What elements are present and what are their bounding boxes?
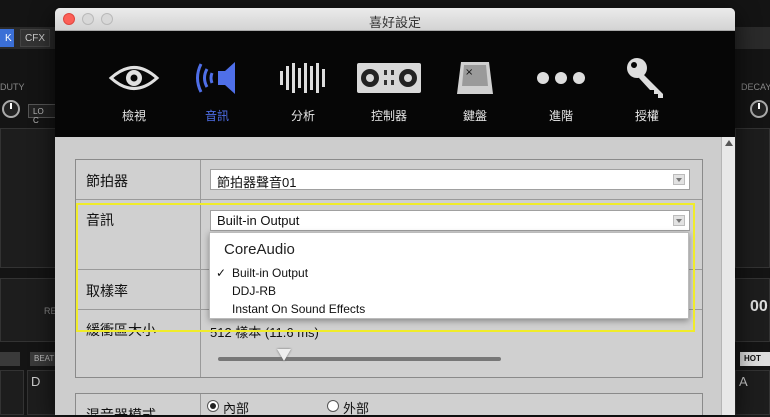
- audio-device-value: Built-in Output: [217, 213, 300, 228]
- sample-rate-label: 取樣率: [86, 283, 128, 299]
- svg-text:×: ×: [465, 67, 473, 78]
- metronome-select[interactable]: 節拍器聲音01: [210, 169, 690, 190]
- mixer-mode-internal-label[interactable]: 內部: [223, 398, 249, 417]
- metronome-label: 節拍器: [86, 173, 128, 189]
- scroll-up-arrow-icon[interactable]: [725, 140, 733, 146]
- background-label-duty: DUTY: [0, 82, 25, 92]
- tab-view-label: 檢視: [121, 109, 146, 123]
- dropdown-section-header: CoreAudio: [224, 241, 295, 258]
- tab-analysis[interactable]: 分析: [268, 53, 338, 124]
- checkmark-icon: ✓: [216, 266, 227, 280]
- background-label-decay: DECAY: [741, 82, 770, 92]
- background-panel-left: [0, 128, 56, 268]
- background-tab-fx[interactable]: K: [0, 29, 14, 47]
- tab-audio[interactable]: 音訊: [182, 53, 252, 124]
- background-deck-label-left: D: [31, 374, 41, 389]
- buffer-size-slider[interactable]: [218, 357, 501, 361]
- background-hot-label: HOT: [740, 352, 770, 366]
- tab-analysis-label: 分析: [290, 109, 315, 123]
- background-lo-button[interactable]: LO C: [28, 104, 56, 125]
- mixer-mode-external-label[interactable]: 外部: [343, 398, 369, 417]
- title-bar[interactable]: 喜好設定: [55, 8, 735, 31]
- tab-controller[interactable]: 控制器: [354, 53, 424, 124]
- eye-icon: [99, 53, 169, 103]
- buffer-size-row: 緩衝區大小: [76, 310, 702, 377]
- buffer-size-slider-thumb[interactable]: [277, 349, 291, 361]
- mixer-mode-label: 混音器模式: [86, 407, 156, 415]
- mixer-mode-external-radio[interactable]: [327, 400, 339, 412]
- speaker-icon: [182, 53, 252, 103]
- tab-license[interactable]: 授權: [612, 53, 682, 124]
- more-dots-icon: [526, 53, 596, 103]
- metronome-row: 節拍器 節拍器聲音01: [76, 160, 702, 200]
- dropdown-item-ddj-rb[interactable]: DDJ-RB: [232, 284, 276, 298]
- preferences-window: 喜好設定 檢視 音訊 分析 控制器 × 鍵盤 進階 授權 節拍器 節拍器聲音01…: [55, 8, 735, 415]
- buffer-size-value: 512 樣本 (11.6 ms): [210, 325, 319, 340]
- tab-view[interactable]: 檢視: [99, 53, 169, 124]
- metronome-value: 節拍器聲音01: [217, 175, 297, 190]
- keyboard-key-icon: ×: [440, 53, 510, 103]
- buffer-size-label: 緩衝區大小: [86, 322, 156, 338]
- tab-license-label: 授權: [634, 109, 659, 123]
- background-beat-label: BEAT: [30, 352, 56, 366]
- preferences-toolbar: 檢視 音訊 分析 控制器 × 鍵盤 進階 授權: [55, 31, 735, 137]
- column-divider: [200, 394, 201, 415]
- audio-device-select[interactable]: Built-in Output: [210, 210, 690, 231]
- key-icon: [612, 53, 682, 103]
- dropdown-item-built-in-output[interactable]: Built-in Output: [232, 266, 308, 280]
- tab-keyboard-label: 鍵盤: [462, 109, 487, 123]
- background-counter: 00: [750, 298, 768, 315]
- tab-keyboard[interactable]: × 鍵盤: [440, 53, 510, 124]
- tab-advanced[interactable]: 進階: [526, 53, 596, 124]
- background-knob-right[interactable]: [750, 100, 768, 118]
- background-tab-cfx[interactable]: CFX: [20, 29, 50, 47]
- background-panel-right: [735, 128, 770, 268]
- dropdown-item-instant-on[interactable]: Instant On Sound Effects: [232, 302, 365, 316]
- background-deck-label-right: A: [739, 374, 748, 389]
- tab-audio-label: 音訊: [204, 109, 229, 123]
- mixer-mode-group: 混音器模式: [75, 393, 703, 415]
- chevron-down-icon: [673, 215, 685, 226]
- background-strip-left: [0, 352, 20, 366]
- background-knob-left[interactable]: [2, 100, 20, 118]
- waveform-icon: [268, 53, 338, 103]
- tab-advanced-label: 進階: [548, 109, 573, 123]
- tab-controller-label: 控制器: [370, 109, 407, 123]
- audio-device-label: 音訊: [86, 212, 114, 228]
- mixer-mode-internal-radio[interactable]: [207, 400, 219, 412]
- vertical-scrollbar[interactable]: [721, 137, 735, 415]
- chevron-down-icon: [673, 174, 685, 185]
- controller-icon: [354, 53, 424, 103]
- audio-device-dropdown-menu: CoreAudio ✓ Built-in Output DDJ-RB Insta…: [209, 232, 689, 319]
- background-pad-1[interactable]: [0, 370, 24, 415]
- window-title: 喜好設定: [368, 15, 421, 30]
